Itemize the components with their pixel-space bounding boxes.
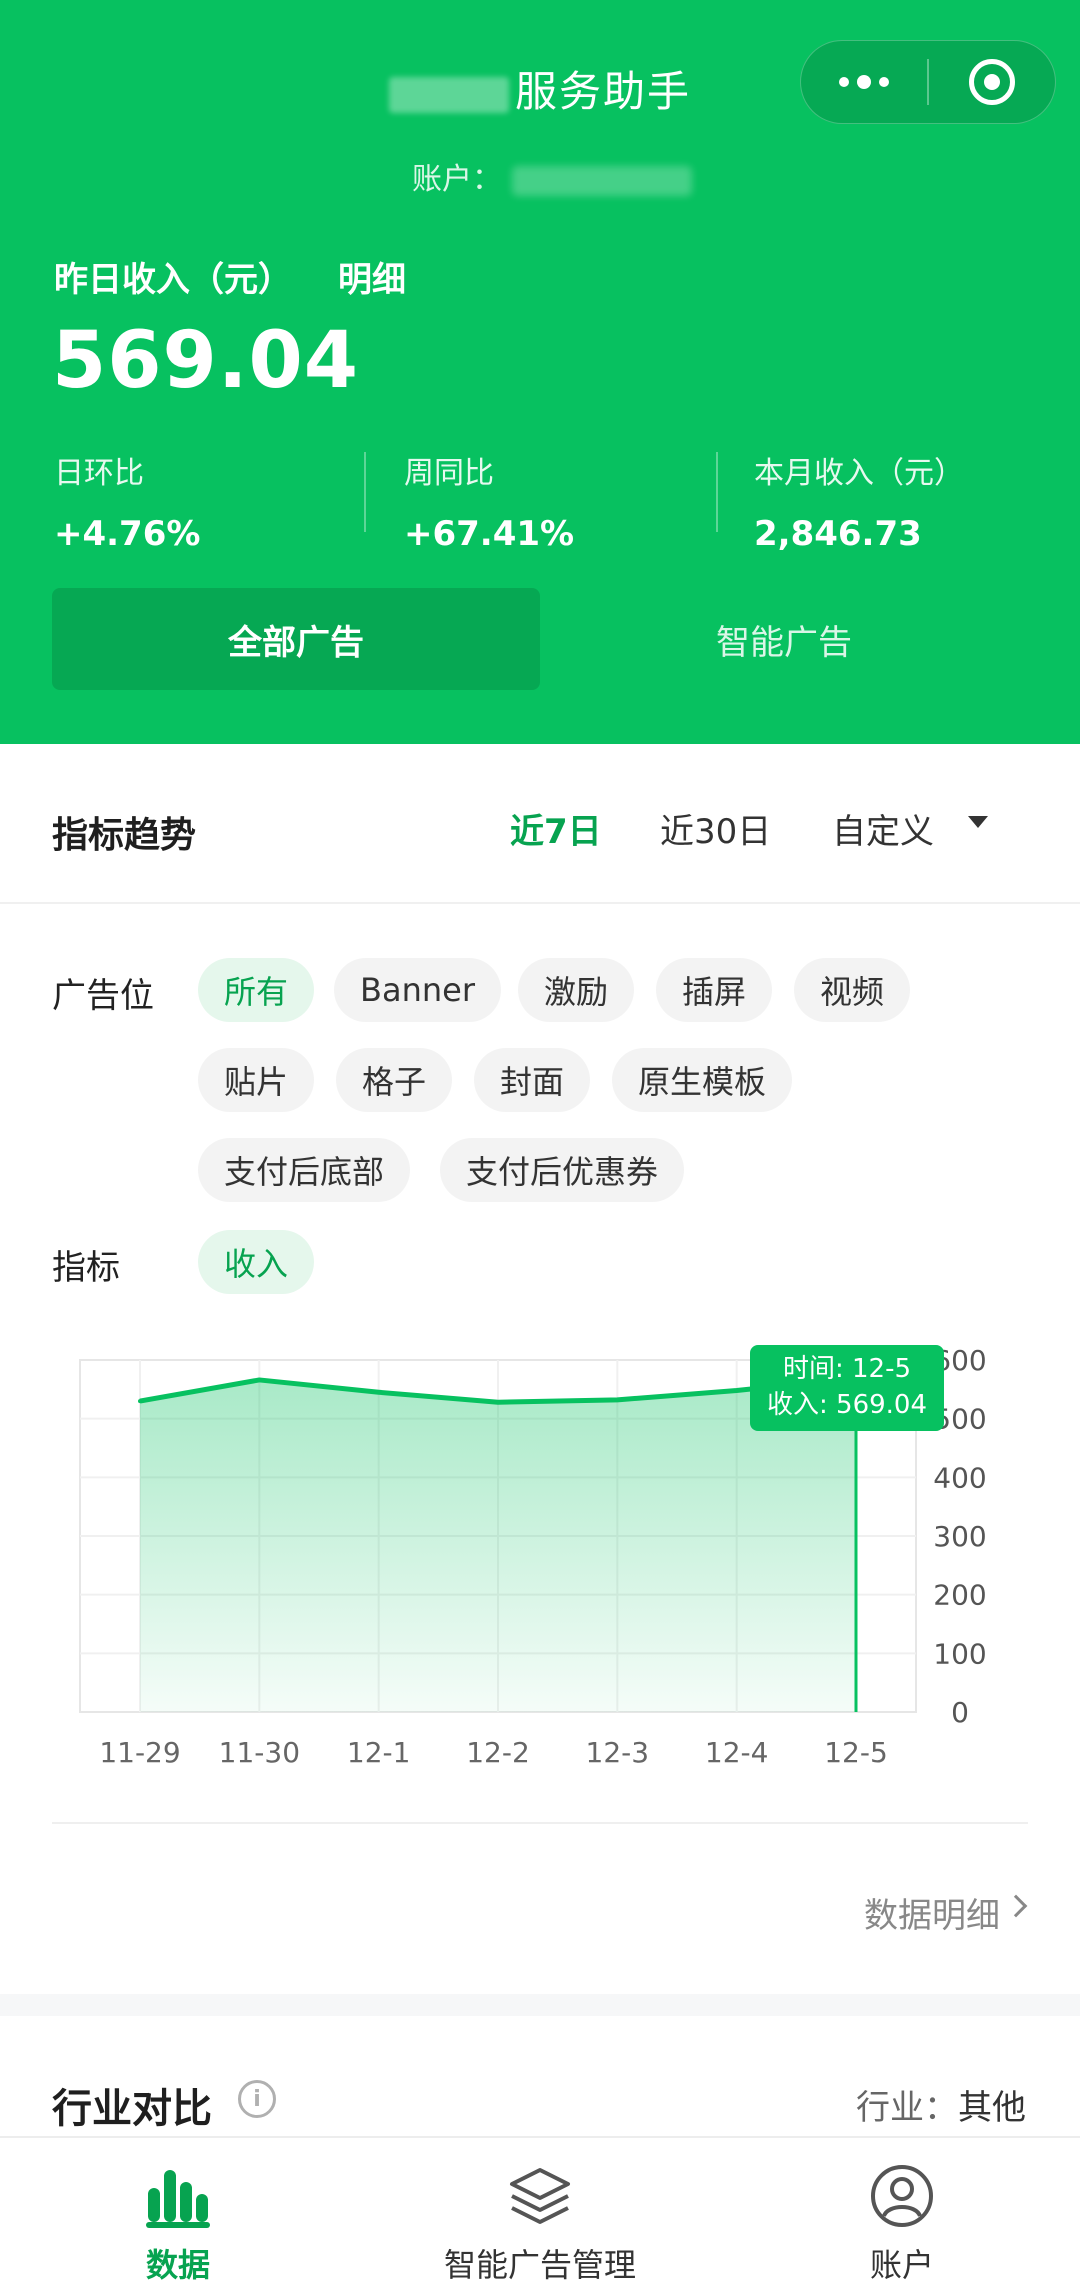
chip-patch[interactable]: 贴片 [198, 1048, 315, 1112]
chart-bottom-divider [52, 1822, 1028, 1824]
stat-month-income: 本月收入（元） 2,846.73 [754, 456, 964, 554]
segment-all-ads[interactable]: 全部广告 [52, 588, 540, 690]
chip-grid[interactable]: 格子 [336, 1048, 453, 1112]
x-tick-label: 11-30 [219, 1736, 300, 1769]
bar-chart-icon [28, 2156, 328, 2228]
data-point-12-1 [376, 1390, 381, 1395]
x-tick-label: 11-29 [99, 1736, 180, 1769]
range-30d[interactable]: 近30日 [660, 804, 771, 853]
user-circle-icon [752, 2156, 1052, 2228]
y-tick-label: 200 [933, 1579, 986, 1612]
data-point-12-2 [496, 1400, 500, 1405]
target-icon [969, 59, 1015, 105]
dot-icon [839, 77, 849, 87]
y-tick-label: 300 [933, 1520, 986, 1553]
chip-video[interactable]: 视频 [794, 958, 911, 1022]
stat-week-over-week: 周同比 +67.41% [404, 456, 575, 554]
section-divider [0, 902, 1080, 904]
chip-cover[interactable]: 封面 [474, 1048, 591, 1112]
data-detail-link[interactable]: 数据明细 [864, 1888, 1000, 1937]
tab-data[interactable]: 数据 [28, 2156, 328, 2286]
y-tick-label: 0 [951, 1696, 969, 1729]
chevron-down-icon[interactable] [968, 816, 988, 828]
segment-smart-ads[interactable]: 智能广告 [540, 588, 1028, 690]
redacted-app-name [388, 76, 509, 113]
tab-smart-ad-management[interactable]: 智能广告管理 [390, 2156, 690, 2286]
data-point-12-3 [615, 1397, 620, 1402]
trend-title: 指标趋势 [52, 815, 197, 856]
stat-day-over-day: 日环比 +4.76% [54, 456, 201, 554]
account-line: 账户： [412, 154, 692, 198]
miniprogram-capsule [800, 40, 1056, 124]
ad-position-label: 广告位 [52, 976, 154, 1016]
tab-account[interactable]: 账户 [752, 2156, 1052, 2286]
section-gap [0, 1994, 1080, 2016]
redacted-account [512, 165, 692, 196]
yesterday-income-value: 569.04 [52, 316, 359, 406]
chip-interstitial[interactable]: 插屏 [656, 958, 773, 1022]
close-miniprogram-button[interactable] [929, 41, 1055, 123]
x-tick-label: 12-4 [705, 1736, 769, 1769]
chip-banner[interactable]: Banner [334, 958, 501, 1022]
industry-selector[interactable]: 行业：其他 [856, 2080, 1026, 2129]
dot-icon [879, 77, 889, 87]
chip-after-payment-coupon[interactable]: 支付后优惠券 [440, 1138, 685, 1202]
data-point-11-30 [257, 1377, 262, 1382]
y-tick-label: 100 [933, 1637, 986, 1670]
y-tick-label: 400 [933, 1461, 986, 1494]
stat-divider [716, 452, 718, 532]
chip-all[interactable]: 所有 [198, 958, 315, 1022]
ad-type-segment: 全部广告 智能广告 [52, 588, 1028, 690]
metric-label: 指标 [52, 1248, 120, 1288]
stat-divider [364, 452, 366, 532]
chip-rewarded[interactable]: 激励 [518, 958, 635, 1022]
range-custom[interactable]: 自定义 [832, 804, 934, 853]
dot-icon [857, 75, 871, 89]
trend-header: 指标趋势 近7日 近30日 自定义 [0, 744, 1080, 902]
header: 服务助手 账户： 昨日收入（元） 明细 569.04 日环比 +4.76% 周同… [0, 0, 1080, 744]
data-point-12-4 [734, 1388, 739, 1393]
more-options-button[interactable] [801, 41, 927, 123]
bottom-tab-bar: 数据 智能广告管理 账户 [0, 2136, 1080, 2288]
x-tick-label: 12-3 [586, 1736, 650, 1769]
area-fill [140, 1378, 856, 1712]
chip-metric-income[interactable]: 收入 [198, 1230, 315, 1294]
x-tick-label: 12-2 [466, 1736, 530, 1769]
x-tick-label: 12-1 [347, 1736, 411, 1769]
yesterday-income-label: 昨日收入（元） [54, 260, 292, 300]
info-icon[interactable]: i [238, 2080, 276, 2118]
range-7d[interactable]: 近7日 [510, 804, 602, 853]
chip-native-template[interactable]: 原生模板 [612, 1048, 793, 1112]
chevron-right-icon[interactable] [1004, 1894, 1028, 1918]
layers-icon [390, 2156, 690, 2228]
chip-after-payment-bottom[interactable]: 支付后底部 [198, 1138, 411, 1202]
x-tick-label: 12-5 [824, 1736, 888, 1769]
chart-tooltip: 时间: 12-5 收入: 569.04 [750, 1345, 944, 1431]
data-point-11-29 [138, 1399, 142, 1404]
industry-title: 行业对比 [52, 2086, 212, 2132]
income-detail-link[interactable]: 明细 [338, 252, 406, 301]
